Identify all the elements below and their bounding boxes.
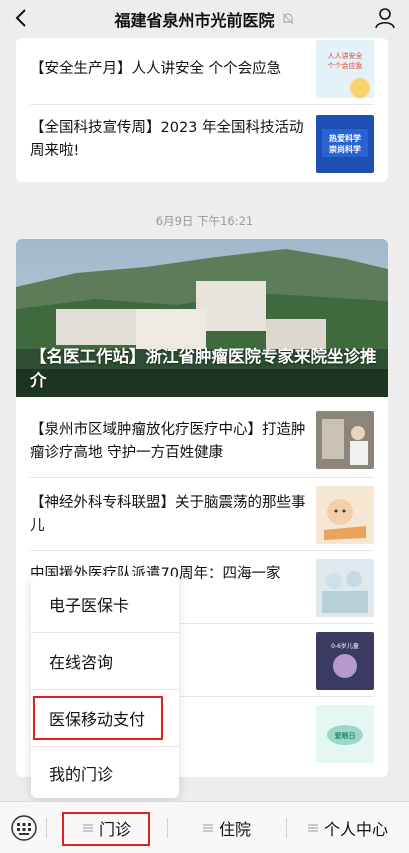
svg-text:人人讲安全: 人人讲安全 (328, 51, 363, 60)
article-thumbnail (316, 486, 374, 544)
menu-item-electronic-medical-card[interactable]: 电子医保卡 (31, 576, 179, 632)
highlight-box (33, 696, 163, 740)
page-title: 福建省泉州市光前医院 (114, 11, 275, 30)
article-thumbnail: 热爱科学 崇尚科学 (316, 115, 374, 173)
article-title: 【全国科技宣传周】2023 年全国科技活动周来啦! (30, 120, 304, 159)
bottom-menu-bar: 门诊 住院 个人中心 (0, 801, 409, 853)
article-thumbnail: 0-6岁儿童 (316, 632, 374, 690)
menu-lines-icon (202, 824, 213, 832)
article-title: 【安全生产月】人人讲安全 个个会应急 (30, 61, 282, 77)
menu-item-online-consult[interactable]: 在线咨询 (31, 633, 179, 689)
tab-inpatient[interactable]: 住院 (168, 802, 286, 853)
article-thumbnail: 人人讲安全 个个会应急 (316, 40, 374, 98)
hero-image[interactable]: 【名医工作站】浙江省肿瘤医院专家来院坐诊推介 (16, 239, 388, 397)
article-thumbnail: 爱眼日 (316, 705, 374, 763)
back-arrow-icon[interactable] (10, 6, 34, 30)
tab-personal-center[interactable]: 个人中心 (287, 802, 409, 853)
hero-caption: 【名医工作站】浙江省肿瘤医院专家来院坐诊推介 (30, 347, 377, 390)
tab-label: 个人中心 (323, 820, 388, 839)
article-title: 【泉州市区域肿瘤放化疗医疗中心】打造肿瘤诊疗高地 守护一方百姓健康 (30, 422, 306, 461)
tab-label: 住院 (218, 820, 251, 839)
keyboard-icon[interactable] (10, 814, 38, 842)
svg-text:0-6岁儿童: 0-6岁儿童 (331, 642, 359, 650)
list-item[interactable]: 【全国科技宣传周】2023 年全国科技活动周来啦! 热爱科学 崇尚科学 (16, 105, 388, 182)
list-item[interactable]: 【安全生产月】人人讲安全 个个会应急 人人讲安全 个个会应急 (16, 38, 388, 104)
article-thumbnail (316, 559, 374, 617)
svg-text:爱眼日: 爱眼日 (335, 731, 356, 740)
timestamp: 6月9日 下午16:21 (155, 214, 254, 228)
svg-text:个个会应急: 个个会应急 (328, 61, 363, 70)
list-item[interactable]: 【泉州市区域肿瘤放化疗医疗中心】打造肿瘤诊疗高地 守护一方百姓健康 (16, 405, 388, 477)
article-thumbnail (316, 411, 374, 469)
svg-text:热爱科学: 热爱科学 (329, 133, 361, 143)
list-item[interactable]: 【神经外科专科联盟】关于脑震荡的那些事儿 (16, 478, 388, 550)
menu-item-my-outpatient[interactable]: 我的门诊 (31, 747, 179, 798)
submenu-popup: 电子医保卡 在线咨询 医保移动支付 我的门诊 (31, 576, 179, 798)
person-icon[interactable] (373, 6, 397, 30)
article-card-1: 【安全生产月】人人讲安全 个个会应急 人人讲安全 个个会应急 【全国科技宣传周】… (16, 38, 388, 182)
menu-lines-icon (307, 824, 318, 832)
header: 福建省泉州市光前医院 (0, 0, 409, 38)
article-title: 【神经外科专科联盟】关于脑震荡的那些事儿 (30, 495, 306, 534)
highlight-box (62, 812, 150, 846)
svg-text:崇尚科学: 崇尚科学 (329, 144, 361, 154)
mute-bell-icon (282, 13, 293, 25)
